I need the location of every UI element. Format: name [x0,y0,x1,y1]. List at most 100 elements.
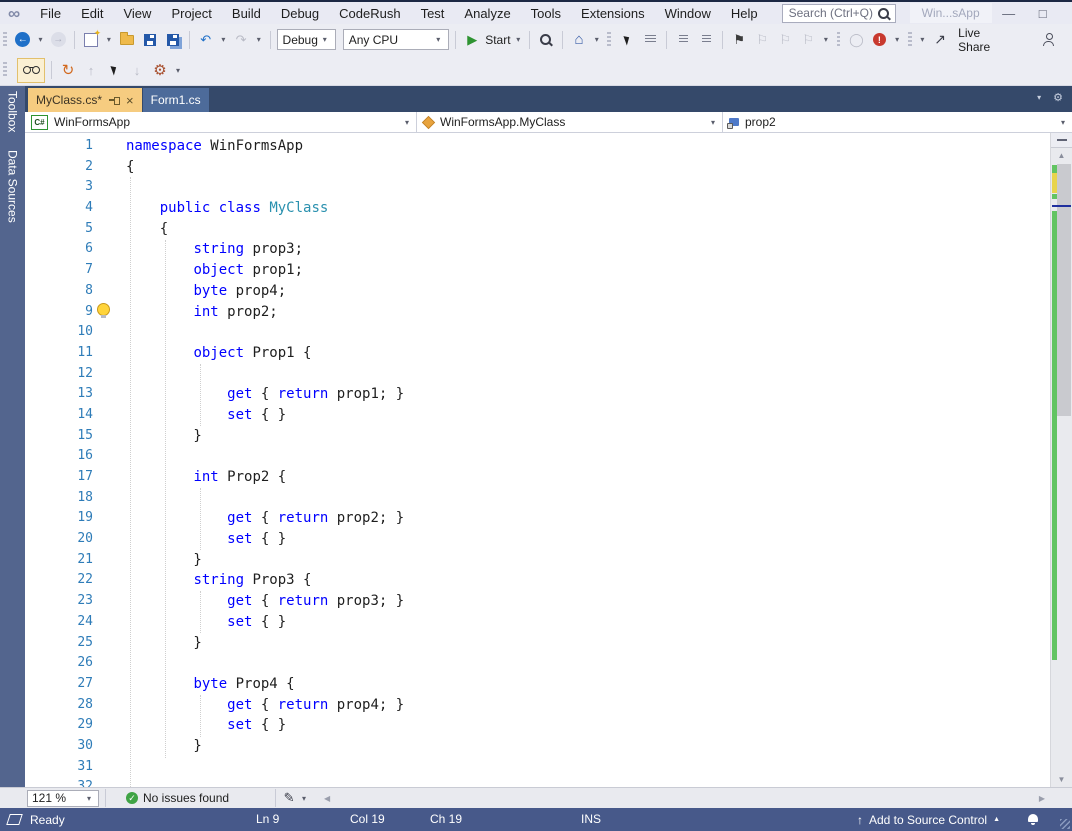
pin-icon[interactable] [109,95,121,105]
menu-item-test[interactable]: Test [411,4,455,23]
code-line[interactable]: 30 } [25,736,1050,757]
lightbulb-icon[interactable] [97,303,110,318]
undo-button[interactable]: ↶ [196,29,216,51]
overflow-caret-icon[interactable]: ▾ [918,35,927,44]
new-dropdown-caret-icon[interactable]: ▾ [104,35,113,44]
code-line[interactable]: 22 string Prop3 { [25,570,1050,591]
code-line[interactable]: 21 } [25,550,1050,571]
status-insert-mode[interactable]: INS [581,812,601,826]
scroll-up-arrow-icon[interactable]: ▲ [1051,148,1072,162]
decrease-indent-button[interactable] [673,29,693,51]
menu-item-coderush[interactable]: CodeRush [329,4,410,23]
coderush-options-button[interactable]: ⚙ [150,59,170,81]
toggle-bookmark-button[interactable]: ⚑ [729,29,749,51]
code-line[interactable]: 27 byte Prop4 { [25,674,1050,695]
status-character-number[interactable]: Ch 19 [430,812,462,826]
add-to-source-control-button[interactable]: ↑ Add to Source Control ▲ [857,808,1000,831]
horizontal-scroll-track[interactable] [335,788,1034,808]
editor-splitter-handle[interactable] [1051,133,1072,148]
code-line[interactable]: 4 public class MyClass [25,198,1050,219]
menu-item-analyze[interactable]: Analyze [454,4,520,23]
menu-item-window[interactable]: Window [655,4,721,23]
coderush-caret-icon[interactable]: ▾ [173,66,183,75]
menu-item-view[interactable]: View [113,4,161,23]
start-label[interactable]: Start [485,33,510,47]
solution-configuration-dropdown[interactable]: Debug ▾ [276,29,336,50]
close-button[interactable]: × [1060,2,1072,24]
code-line[interactable]: 11 object Prop1 { [25,343,1050,364]
menu-item-debug[interactable]: Debug [271,4,329,23]
code-line[interactable]: 19 get { return prop2; } [25,508,1050,529]
code-line[interactable]: 25 } [25,633,1050,654]
code-line[interactable]: 13 get { return prop1; } [25,384,1050,405]
code-line[interactable]: 24 set { } [25,612,1050,633]
side-panel-tab-data-sources[interactable]: Data Sources [6,150,20,223]
close-icon[interactable]: × [126,94,134,107]
toolbar-grip[interactable] [836,31,841,48]
code-line[interactable]: 8 byte prop4; [25,281,1050,302]
project-dropdown[interactable]: C# WinFormsApp ▾ [25,112,417,132]
tab-form1-cs[interactable]: Form1.cs [142,88,209,112]
member-dropdown[interactable]: prop2 ▾ [723,112,1072,132]
toolbar-grip[interactable] [907,31,912,48]
code-cleanup-button[interactable]: ✎ [279,787,299,809]
code-line[interactable]: 16 [25,446,1050,467]
menu-item-tools[interactable]: Tools [521,4,571,23]
redo-button[interactable]: ↷ [231,29,251,51]
code-line[interactable]: 3 [25,177,1050,198]
save-button[interactable] [140,29,160,51]
redo-dropdown-caret-icon[interactable]: ▾ [254,35,263,44]
scrollbar-thumb[interactable] [1057,164,1071,416]
error-list-button[interactable]: ! [869,29,889,51]
menu-item-project[interactable]: Project [161,4,221,23]
menu-item-build[interactable]: Build [222,4,271,23]
live-share-button[interactable]: ↗ [930,29,950,51]
drop-marker-button[interactable] [104,59,124,81]
code-line[interactable]: 28 get { return prop4; } [25,695,1050,716]
code-line[interactable]: 31 [25,757,1050,778]
toolbar-grip[interactable] [607,31,612,48]
next-bookmark-button[interactable]: ⚐ [775,29,795,51]
coderush-visualize-toggle[interactable] [17,57,45,83]
code-line[interactable]: 12 [25,364,1050,385]
window-resize-grip[interactable] [1060,819,1070,829]
type-dropdown[interactable]: WinFormsApp.MyClass ▾ [417,112,723,132]
document-outline-button[interactable] [640,29,660,51]
open-file-button[interactable] [117,29,137,51]
solution-explorer-caret-icon[interactable]: ▾ [592,35,601,44]
code-line[interactable]: 15 } [25,426,1050,447]
navigate-forward-button[interactable]: → [48,29,68,51]
scroll-down-arrow-icon[interactable]: ▼ [1051,772,1072,786]
code-line[interactable]: 14 set { } [25,405,1050,426]
solution-explorer-button[interactable]: ⌂ [569,29,589,51]
code-cleanup-caret-icon[interactable]: ▾ [299,794,309,803]
save-all-button[interactable] [163,29,183,51]
tab-settings-gear-icon[interactable]: ⚙ [1053,91,1063,104]
clear-bookmarks-button[interactable]: ⚐ [798,29,818,51]
code-line[interactable]: 6 string prop3; [25,239,1050,260]
code-line[interactable]: 23 get { return prop3; } [25,591,1050,612]
new-project-button[interactable] [81,28,101,51]
move-down-button[interactable]: ↓ [127,59,147,81]
vertical-scrollbar[interactable]: ▲ ▼ [1050,133,1072,787]
error-caret-icon[interactable]: ▾ [892,35,901,44]
solution-platform-dropdown[interactable]: Any CPU ▾ [342,29,450,50]
find-in-files-button[interactable] [536,29,556,51]
increase-indent-button[interactable] [696,29,716,51]
scroll-right-arrow-icon[interactable]: ▶ [1034,794,1050,803]
code-line[interactable]: 32 [25,777,1050,787]
toolbar-grip[interactable] [3,62,7,78]
status-line-number[interactable]: Ln 9 [256,812,279,826]
properties-button[interactable] [617,29,637,51]
code-line[interactable]: 20 set { } [25,529,1050,550]
window-list-caret-icon[interactable]: ▾ [1034,93,1044,102]
document-health-indicator[interactable]: ✓ No issues found [126,791,229,805]
back-dropdown-caret-icon[interactable]: ▾ [36,35,45,44]
code-line[interactable]: 9 int prop2; [25,302,1050,323]
maximize-button[interactable]: □ [1026,2,1060,24]
scroll-left-arrow-icon[interactable]: ◀ [319,794,335,803]
horizontal-scrollbar[interactable]: ◀ ▶ [319,788,1050,808]
menu-item-help[interactable]: Help [721,4,768,23]
start-debugging-button[interactable]: ▶ [462,29,482,51]
code-line[interactable]: 17 int Prop2 { [25,467,1050,488]
